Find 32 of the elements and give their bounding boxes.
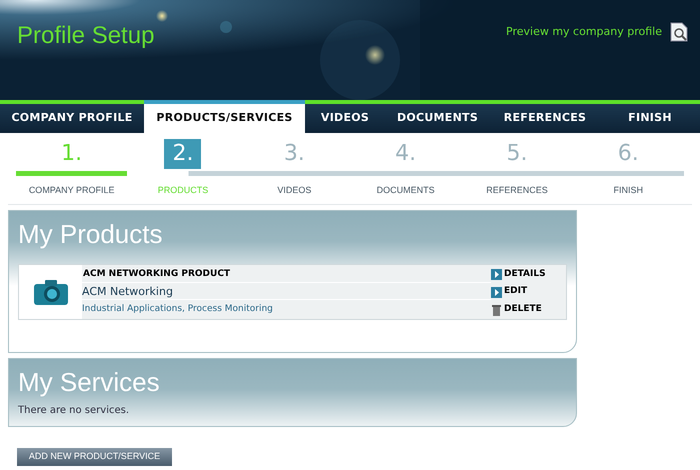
step-number: 2. — [164, 139, 202, 169]
step-number: 6. — [618, 140, 639, 168]
product-categories: Industrial Applications, Process Monitoring — [82, 303, 274, 316]
page-title: Profile Setup — [17, 21, 154, 51]
camera-icon — [32, 278, 68, 306]
nav-tab[interactable]: FINISH — [600, 100, 700, 133]
panel-title: My Products — [17, 218, 164, 251]
nav-tab[interactable]: REFERENCES — [490, 100, 600, 133]
step-number: 5. — [506, 140, 528, 168]
preview-link[interactable]: Preview my company profile — [506, 24, 662, 40]
step-number: 3. — [284, 140, 305, 168]
step-label: VIDEOS — [277, 184, 312, 197]
nav-tab[interactable]: VIDEOS — [305, 100, 385, 133]
step-label: FINISH — [614, 184, 644, 197]
action-link[interactable]: EDIT — [504, 285, 528, 299]
step-label: COMPANY PROFILE — [28, 184, 114, 197]
document-magnifier-icon[interactable] — [670, 22, 688, 42]
add-button[interactable]: ADD NEW PRODUCT/SERVICE — [17, 448, 172, 466]
panel-title: My Services — [17, 366, 161, 399]
nav-tab[interactable]: PRODUCTS/SERVICES — [144, 100, 305, 133]
step-number: 1. — [61, 140, 82, 168]
nav-tab[interactable]: DOCUMENTS — [385, 100, 490, 133]
trash-icon[interactable] — [491, 304, 502, 316]
step-label: REFERENCES — [486, 184, 548, 197]
action-link[interactable]: DELETE — [504, 302, 542, 316]
product-name: ACM NETWORKING PRODUCT — [82, 265, 491, 283]
step-number: 4. — [395, 140, 416, 168]
company-name: ACM Networking — [82, 283, 491, 300]
empty-message: There are no services. — [17, 404, 130, 418]
step-label: PRODUCTS — [158, 184, 208, 197]
step-label: DOCUMENTS — [376, 184, 435, 197]
action-link[interactable]: DETAILS — [504, 268, 546, 282]
